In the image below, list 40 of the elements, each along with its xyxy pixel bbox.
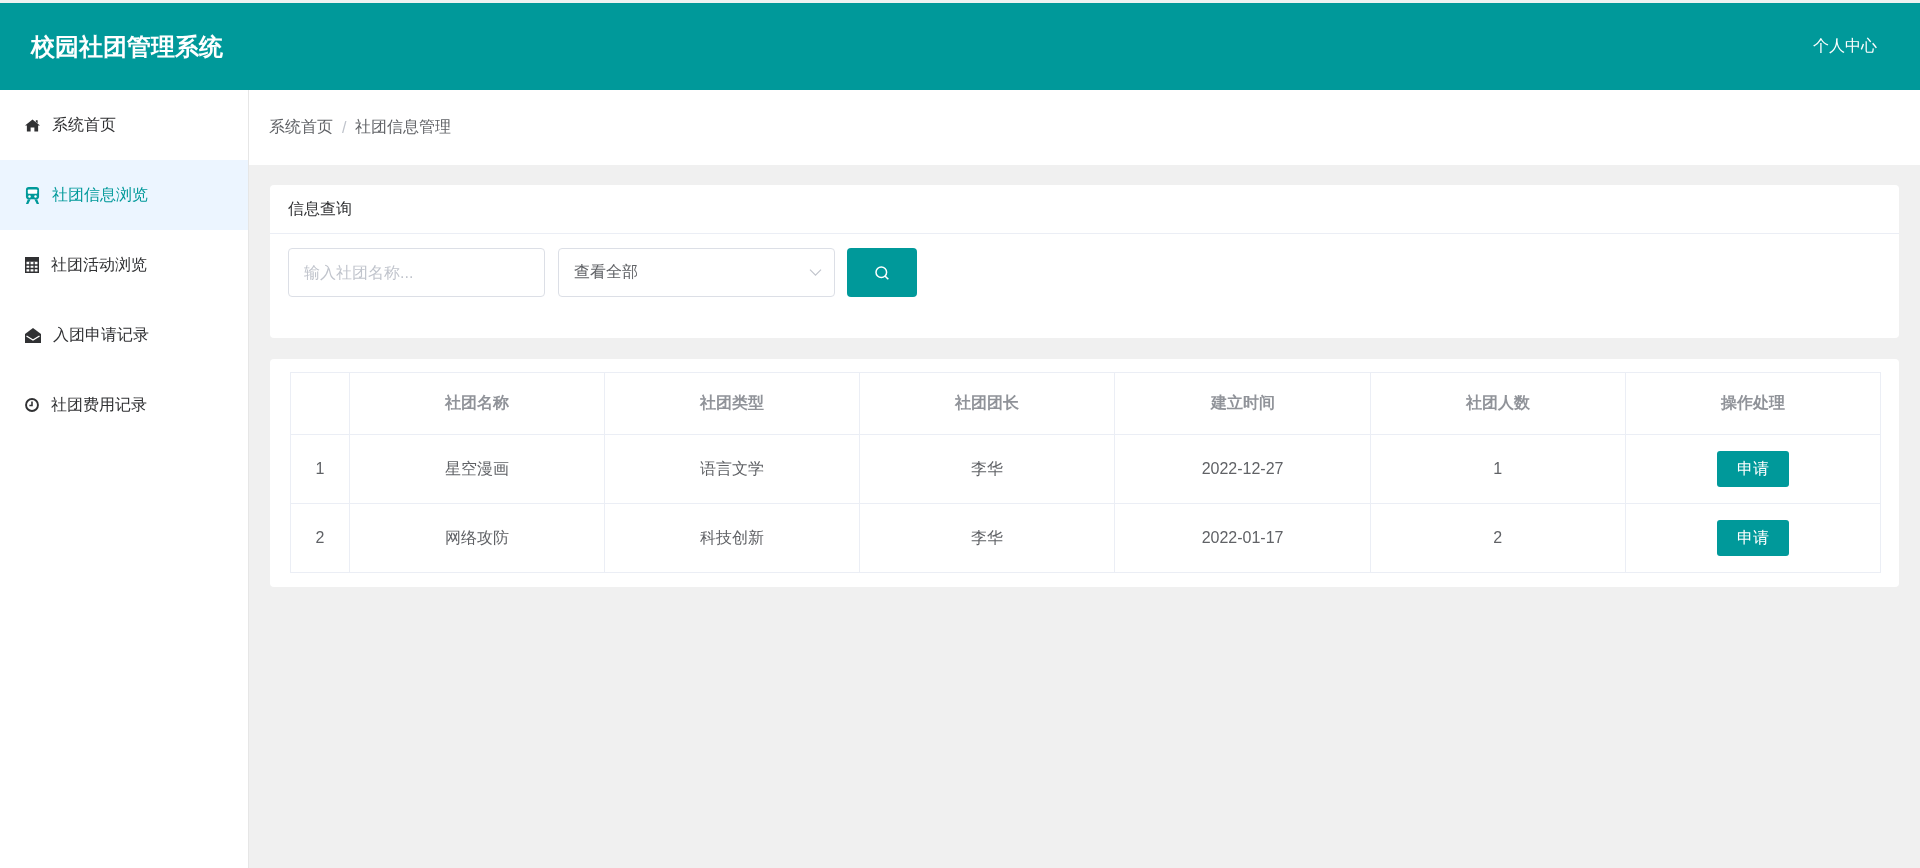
calculator-icon: [25, 257, 39, 273]
row-number-cell: 1: [290, 434, 350, 504]
apply-button[interactable]: 申请: [1716, 451, 1789, 487]
table-cell: 李华: [859, 434, 1115, 504]
search-button[interactable]: [847, 248, 917, 297]
table-cell: 科技创新: [604, 503, 860, 573]
train-icon: [25, 186, 40, 204]
card-title: 信息查询: [288, 198, 352, 219]
breadcrumb-link[interactable]: 系统首页: [269, 117, 333, 138]
sidebar-item[interactable]: 入团申请记录: [0, 300, 248, 370]
table-cell: 1: [1370, 434, 1626, 504]
sidebar-item[interactable]: 社团活动浏览: [0, 230, 248, 300]
chevron-down-icon: [809, 269, 822, 276]
apply-button[interactable]: 申请: [1716, 520, 1789, 556]
table-cell: 语言文学: [604, 434, 860, 504]
column-header: 社团名称: [349, 372, 605, 435]
table-cell: 2022-01-17: [1114, 503, 1371, 573]
envelope-icon: [25, 327, 41, 343]
home-icon: [25, 118, 40, 132]
app-title: 校园社团管理系统: [31, 31, 223, 62]
table-cell: 2: [1370, 503, 1626, 573]
personal-center-link[interactable]: 个人中心: [1813, 36, 1877, 57]
table-cell: 星空漫画: [349, 434, 605, 504]
sidebar-item[interactable]: 社团费用记录: [0, 370, 248, 440]
column-header: 建立时间: [1114, 372, 1371, 435]
column-header: 社团人数: [1370, 372, 1626, 435]
sidebar-item[interactable]: 系统首页: [0, 90, 248, 160]
column-header: 操作处理: [1625, 372, 1881, 435]
column-header: 社团类型: [604, 372, 860, 435]
type-select[interactable]: 查看全部: [558, 248, 835, 297]
breadcrumb-link[interactable]: 社团信息管理: [355, 117, 452, 138]
club-name-input[interactable]: 输入社团名称...: [288, 248, 545, 297]
table-cell: 2022-12-27: [1114, 434, 1371, 504]
table-cell: 网络攻防: [349, 503, 605, 573]
breadcrumb-separator: /: [342, 118, 347, 137]
clock-icon: [25, 398, 39, 412]
column-header: 社团团长: [859, 372, 1115, 435]
row-number-cell: 2: [290, 503, 350, 573]
table-cell: 李华: [859, 503, 1115, 573]
search-icon: [875, 265, 889, 280]
